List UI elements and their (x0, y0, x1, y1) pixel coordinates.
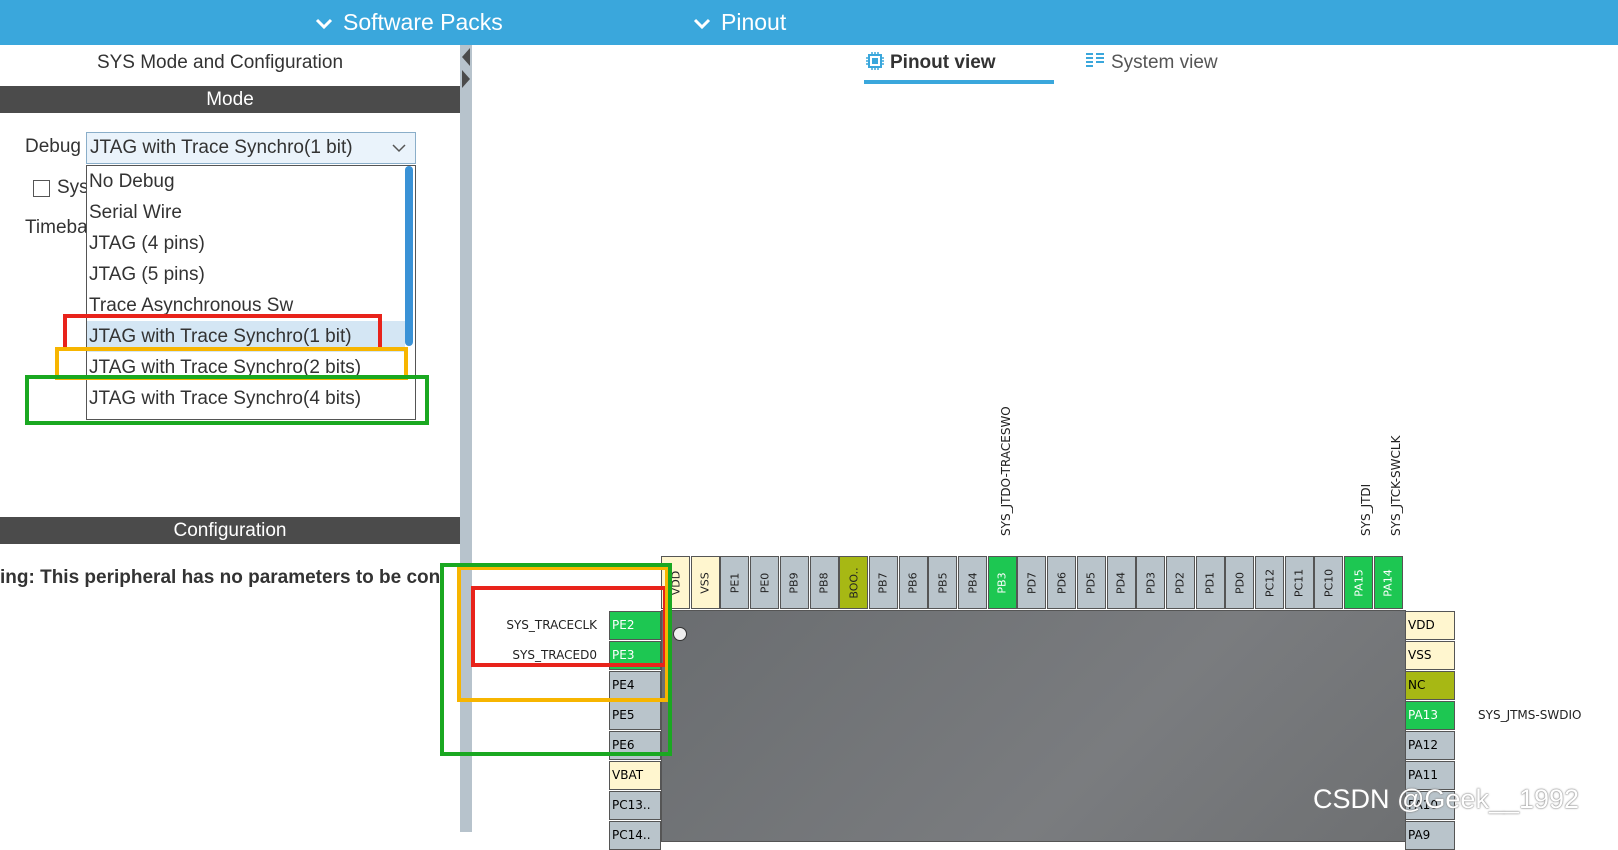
highlight-green-pins (440, 563, 672, 756)
pin-right-pa13[interactable]: PA13 (1405, 701, 1455, 730)
debug-option-jtag-4[interactable]: JTAG (4 pins) (87, 228, 405, 259)
pin-label: PA15 (1352, 568, 1366, 597)
tab-system-view[interactable]: System view (1085, 52, 1218, 74)
signal-label-pa15: SYS_JTDI (1359, 483, 1373, 536)
debug-option-no-debug[interactable]: No Debug (87, 166, 405, 197)
pin-label: PB8 (817, 571, 831, 594)
pin-label: PD6 (1055, 571, 1069, 594)
pin-label: PC10 (1322, 568, 1336, 597)
pin-right-pa12[interactable]: PA12 (1405, 731, 1455, 760)
pin-label: PB4 (966, 571, 979, 594)
pin-top-pd1[interactable]: PD1 (1195, 556, 1225, 609)
pin-left-vbat[interactable]: VBAT (609, 761, 661, 790)
top-toolbar (0, 0, 1618, 45)
pin-label: PB3 (995, 571, 1009, 594)
pin-top-pc10[interactable]: PC10 (1314, 556, 1344, 609)
signal-label-pa14: SYS_JTCK-SWCLK (1389, 435, 1403, 536)
configuration-header: Configuration (0, 517, 460, 544)
active-tab-indicator (864, 80, 1054, 84)
debug-option-jtag-5[interactable]: JTAG (5 pins) (87, 259, 405, 290)
pin-right-nc[interactable]: NC (1405, 671, 1455, 700)
pin-top-vss[interactable]: VSS (690, 556, 720, 609)
tab-pinout-label: Pinout view (890, 52, 996, 73)
chevron-down-icon (392, 144, 406, 153)
pin-top-pd4[interactable]: PD4 (1106, 556, 1136, 609)
pin-label: PB9 (787, 571, 801, 594)
pin-label: PD2 (1173, 571, 1187, 594)
pin-left-pc14[interactable]: PC14.. (609, 821, 661, 850)
collapse-left-icon[interactable] (462, 48, 470, 66)
pin-top-pd5[interactable]: PD5 (1076, 556, 1106, 609)
pin-label: PD0 (1233, 571, 1247, 594)
timebase-label: Timeba (25, 217, 88, 238)
pin-label: PD7 (1025, 571, 1039, 594)
pin-top-pc11[interactable]: PC11 (1284, 556, 1314, 609)
pinout-menu[interactable]: Pinout (693, 0, 786, 45)
pinout-label: Pinout (721, 9, 787, 35)
highlight-red-option (63, 314, 382, 351)
pin-top-pd2[interactable]: PD2 (1165, 556, 1195, 609)
pin-right-pa9[interactable]: PA9 (1405, 821, 1455, 850)
debug-select-value: JTAG with Trace Synchro(1 bit) (90, 137, 353, 158)
pin-top-pd3[interactable]: PD3 (1136, 556, 1166, 609)
pin-label: PD5 (1084, 571, 1098, 594)
debug-option-serial-wire[interactable]: Serial Wire (87, 197, 405, 228)
software-packs-label: Software Packs (343, 9, 503, 35)
dropdown-scrollbar[interactable] (405, 166, 413, 346)
pin-right-vss[interactable]: VSS (1405, 641, 1455, 670)
chevron-down-icon (315, 18, 333, 30)
pin-top-pb5[interactable]: PB5 (928, 556, 958, 609)
tab-pinout-view[interactable]: Pinout view (866, 52, 996, 82)
pin-top-pd7[interactable]: PD7 (1017, 556, 1047, 609)
pin-right-vdd[interactable]: VDD (1405, 611, 1455, 640)
pin-top-pc12[interactable]: PC12 (1255, 556, 1284, 609)
signal-label-pa13: SYS_JTMS-SWDIO (1478, 708, 1582, 722)
software-packs-menu[interactable]: Software Packs (315, 0, 503, 45)
pin-top-pb7[interactable]: PB7 (868, 556, 898, 609)
pin-top-pa14[interactable]: PA14 (1373, 556, 1403, 609)
no-parameters-warning: ing: This peripheral has no parameters t… (0, 567, 441, 588)
pin-label: VSS (698, 571, 712, 594)
pin-label: PC11 (1292, 568, 1306, 597)
highlight-green-option (25, 375, 429, 425)
panel-title: SYS Mode and Configuration (96, 52, 344, 73)
sys-checkbox-label: Sys (57, 177, 89, 198)
mcu-chip-body (661, 610, 1406, 842)
pin-top-pe0[interactable]: PE0 (750, 556, 780, 609)
pin-label: BOO.. (847, 566, 861, 599)
pin-top-pb9[interactable]: PB9 (779, 556, 809, 609)
pin-label: PD3 (1144, 571, 1158, 594)
pin-top-pd6[interactable]: PD6 (1047, 556, 1077, 609)
watermark: CSDN @Geek__1992 (1313, 784, 1580, 814)
mode-header: Mode (0, 86, 460, 113)
chip-icon (866, 52, 884, 70)
pin-label: PB7 (876, 571, 890, 594)
pin-top-pb4[interactable]: PB4 (958, 556, 987, 609)
pin-top-pb3[interactable]: PB3 (987, 556, 1017, 609)
system-view-icon (1086, 53, 1104, 67)
pin-label: PB5 (936, 571, 950, 594)
pin1-marker (673, 627, 687, 641)
pin-label: PD4 (1114, 571, 1128, 594)
pin-top-boo[interactable]: BOO.. (839, 556, 869, 609)
pin-top-pa15[interactable]: PA15 (1344, 556, 1374, 609)
sys-checkbox[interactable] (33, 180, 50, 197)
pin-top-pd0[interactable]: PD0 (1225, 556, 1255, 609)
signal-label-pb3: SYS_JTDO-TRACESWO (999, 406, 1013, 536)
pin-label: PB6 (906, 571, 920, 594)
debug-label: Debug (25, 136, 81, 157)
pin-label: PD1 (1203, 571, 1217, 594)
pin-label: PE0 (758, 572, 772, 593)
pin-top-pb8[interactable]: PB8 (809, 556, 839, 609)
pin-label: PC12 (1263, 568, 1276, 597)
pin-left-pc13[interactable]: PC13.. (609, 791, 661, 820)
pin-label: PE1 (728, 572, 742, 593)
pin-label: PA14 (1381, 568, 1395, 597)
pin-top-pb6[interactable]: PB6 (898, 556, 928, 609)
chevron-down-icon (693, 18, 711, 30)
expand-right-icon[interactable] (462, 70, 470, 88)
debug-select[interactable]: JTAG with Trace Synchro(1 bit) (86, 132, 416, 164)
pin-top-pe1[interactable]: PE1 (720, 556, 750, 609)
tab-system-label: System view (1111, 52, 1218, 73)
